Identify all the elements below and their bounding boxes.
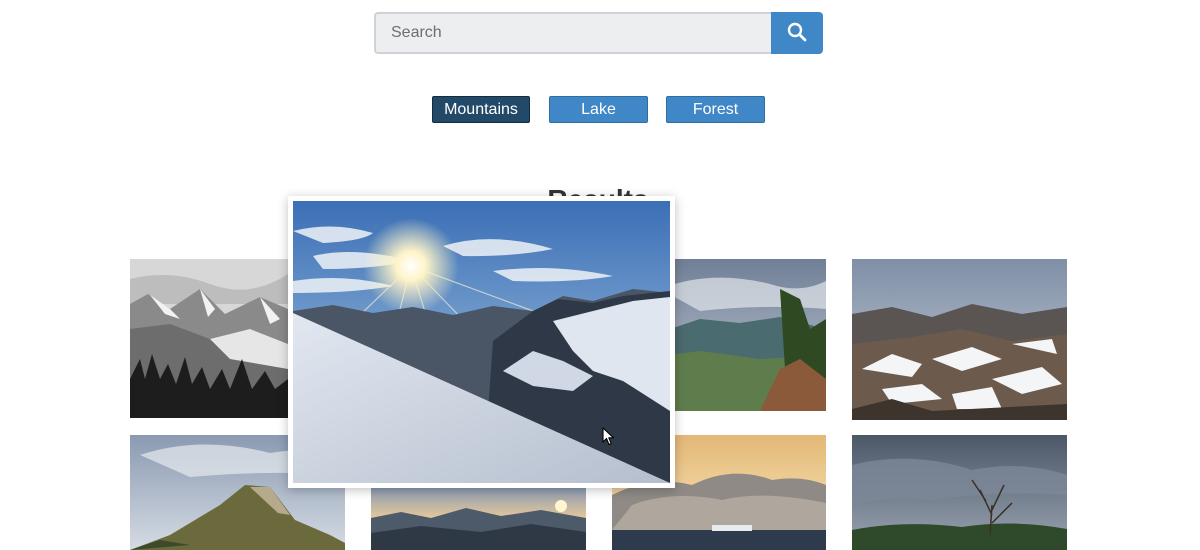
result-thumbnail[interactable] bbox=[130, 259, 288, 418]
result-thumbnail[interactable] bbox=[852, 259, 1067, 420]
search-bar bbox=[374, 12, 823, 54]
image-preview-popup[interactable] bbox=[288, 196, 675, 488]
filter-forest-button[interactable]: Forest bbox=[666, 96, 765, 123]
search-button[interactable] bbox=[771, 12, 823, 54]
mouse-cursor-icon bbox=[602, 427, 616, 452]
filter-lake-button[interactable]: Lake bbox=[549, 96, 648, 123]
result-thumbnail[interactable] bbox=[371, 488, 586, 550]
search-input[interactable] bbox=[374, 12, 771, 54]
search-icon bbox=[787, 22, 807, 45]
result-thumbnail[interactable] bbox=[852, 435, 1067, 550]
filter-mountains-button[interactable]: Mountains bbox=[432, 96, 530, 123]
